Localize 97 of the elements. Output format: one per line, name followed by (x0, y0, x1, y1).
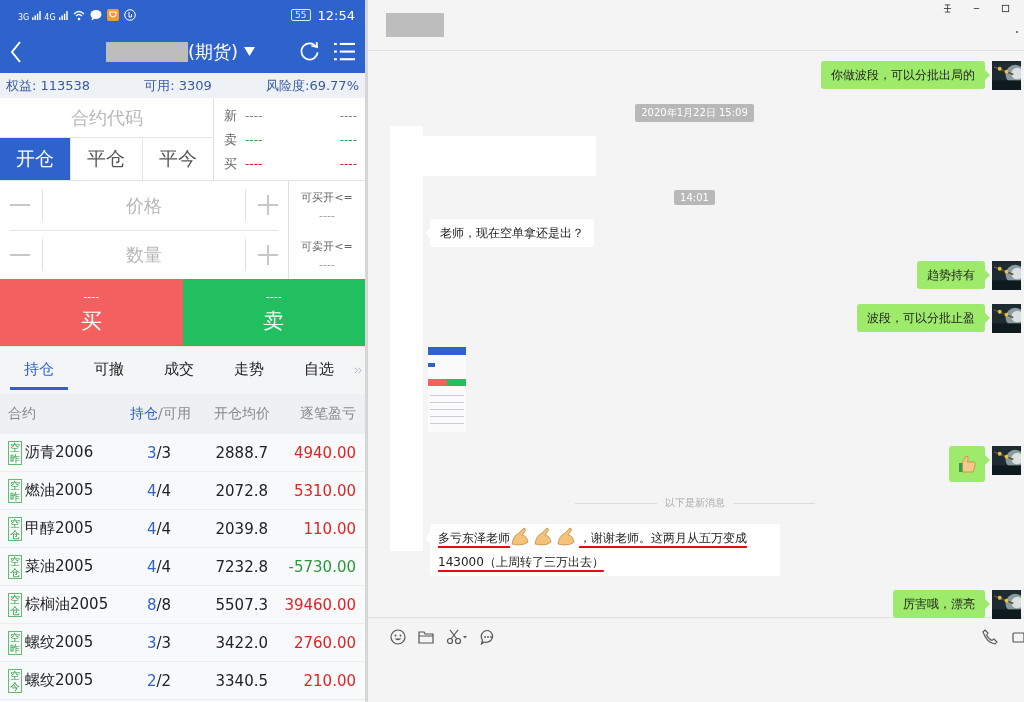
pin-icon[interactable] (943, 4, 952, 13)
contract-code-field[interactable]: 合约代码 (0, 98, 213, 138)
profit-loss: 5310.00 (292, 481, 356, 500)
profit-loss: 4940.00 (292, 443, 356, 462)
thumbs-up-icon (957, 454, 977, 474)
quote-value: ---- (339, 157, 357, 171)
network-label: 4G (44, 13, 56, 22)
position-count: 4/4 (145, 557, 173, 576)
contract-name: 棕榈油2005 (25, 595, 109, 614)
ok-hand-icon (556, 526, 576, 546)
stepper-field[interactable]: 价格 (42, 189, 246, 222)
quote-value: ---- (245, 133, 263, 147)
tab[interactable]: 走势 (220, 351, 278, 390)
account-stat: 可用: 3309 (144, 76, 212, 95)
quote-value: ---- (245, 109, 263, 123)
signal-icon (32, 10, 42, 20)
average-price: 7232.8 (214, 557, 268, 576)
folder-icon[interactable] (418, 629, 434, 645)
position-count: 4/4 (145, 519, 173, 538)
shield-icon (106, 9, 119, 21)
profit-loss: 210.00 (302, 671, 356, 690)
maximize-icon[interactable] (1001, 4, 1010, 13)
chat-icon (89, 9, 102, 21)
column-header: 开仓均价 (213, 405, 270, 423)
phone-icon[interactable] (982, 629, 998, 645)
position-count: 2/2 (145, 671, 173, 690)
emoji-icon[interactable] (390, 629, 406, 645)
average-price: 2888.7 (214, 443, 268, 462)
profit-loss: 2760.00 (292, 633, 356, 652)
position-count: 8/8 (145, 595, 173, 614)
stepper-field[interactable]: 数量 (42, 238, 246, 271)
position-tag: 空仓 (8, 554, 22, 579)
tab[interactable]: 成交 (150, 351, 208, 390)
tab[interactable]: 可撤 (80, 351, 138, 390)
limit-label: 可买开<= (301, 189, 353, 205)
average-price: 5507.3 (214, 595, 268, 614)
quote-label: 买 (224, 155, 237, 173)
contract-name: 螺纹2005 (25, 633, 94, 652)
column-header: 持仓/可用 (130, 405, 192, 423)
position-tag: 空昨 (8, 440, 22, 465)
contract-name: 菜油2005 (25, 557, 94, 576)
back-icon[interactable] (10, 40, 22, 63)
hand-icon (123, 9, 136, 21)
position-count: 3/3 (145, 443, 173, 462)
new-messages-divider: 以下是新消息 (664, 496, 725, 510)
tab[interactable]: 自选 (290, 351, 348, 390)
average-price: 2039.8 (214, 519, 268, 538)
order-tab[interactable]: 平仓 (70, 138, 142, 180)
limit-value: ---- (319, 208, 335, 222)
column-header: 合约 (8, 405, 37, 423)
caret-icon[interactable] (244, 47, 255, 56)
redaction-block (386, 13, 444, 37)
column-header: 逐笔盈亏 (299, 405, 356, 423)
contract-name: 甲醇2005 (25, 519, 94, 538)
quote-value: ---- (339, 133, 357, 147)
order-tab[interactable]: 平今 (141, 138, 213, 180)
chat-bubble-icon[interactable] (480, 629, 496, 645)
network-label: 3G (18, 13, 30, 22)
quote-value: ---- (339, 109, 357, 123)
order-tab[interactable]: 开仓 (0, 138, 71, 180)
limit-label: 可卖开<= (301, 238, 353, 254)
limit-value: ---- (319, 257, 335, 271)
account-title[interactable]: (期货) (187, 39, 238, 64)
menu-icon[interactable] (334, 41, 355, 62)
position-tag: 空仓 (8, 516, 22, 541)
quote-label: 新 (224, 107, 237, 125)
average-price: 3340.5 (214, 671, 268, 690)
signal-icon (58, 10, 68, 20)
ok-hand-icon (510, 526, 530, 546)
clock: 12:54 (317, 7, 355, 23)
wifi-icon (72, 9, 85, 21)
quote-value: ---- (245, 157, 263, 171)
timestamp: 14:01 (674, 190, 715, 205)
average-price: 3422.0 (214, 633, 268, 652)
profit-loss: 39460.00 (283, 595, 356, 614)
message-text: 多亏东泽老师 ，谢谢老师。这两月从五万变成143000（上周转了三万出去） (438, 526, 774, 574)
tab[interactable]: 持仓 (10, 351, 68, 390)
position-count: 3/3 (145, 633, 173, 652)
quote-label: 卖 (224, 131, 237, 149)
profit-loss: 110.00 (302, 519, 356, 538)
account-stat: 风险度:69.77% (266, 76, 359, 95)
contract-name: 沥青2006 (25, 443, 94, 462)
battery-icon: 55 (291, 9, 311, 21)
position-tag: 空昨 (8, 630, 22, 655)
position-tag: 空仓 (8, 592, 22, 617)
scissors-icon[interactable] (446, 629, 468, 645)
account-stat: 权益: 113538 (6, 76, 91, 95)
contract-name: 螺纹2005 (25, 671, 94, 690)
average-price: 2072.8 (214, 481, 268, 500)
ok-hand-icon (533, 526, 553, 546)
video-icon[interactable] (1012, 629, 1024, 645)
profit-loss: -5730.00 (287, 557, 356, 576)
position-count: 4/4 (145, 481, 173, 500)
refresh-icon[interactable] (299, 41, 320, 62)
position-tag: 空昨 (8, 478, 22, 503)
contract-name: 燃油2005 (25, 481, 94, 500)
position-tag: 空今 (8, 668, 22, 693)
